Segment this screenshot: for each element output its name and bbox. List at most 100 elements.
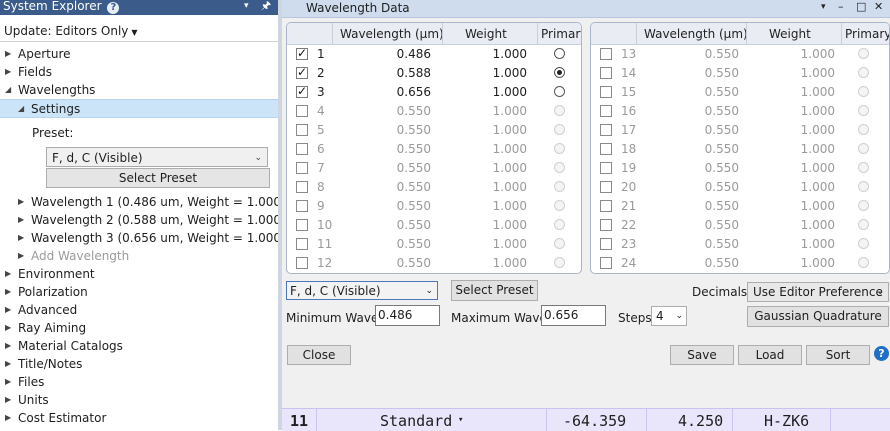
- wavelength-value[interactable]: 0.550: [397, 123, 431, 137]
- wavelength-enable-checkbox[interactable]: [600, 181, 612, 193]
- table-row[interactable]: 14 0.550 1.000: [591, 64, 889, 83]
- table-row[interactable]: 4 0.550 1.000: [287, 102, 581, 121]
- wavelength-value[interactable]: 0.550: [397, 256, 431, 270]
- tree-item[interactable]: ▶ Cost Estimator: [0, 409, 278, 427]
- tree-item[interactable]: ▶ Wavelength 3 (0.656 um, Weight = 1.000): [0, 229, 286, 247]
- weight-value[interactable]: 1.000: [493, 85, 527, 99]
- expand-arrow-icon[interactable]: ▶: [5, 45, 11, 63]
- primary-radio[interactable]: [858, 162, 869, 173]
- collapse-arrow-icon[interactable]: ◢: [5, 81, 11, 99]
- primary-radio[interactable]: [858, 200, 869, 211]
- preset-select[interactable]: F, d, C (Visible) ⌄: [46, 147, 268, 167]
- tree-item[interactable]: ▶ Units: [0, 391, 278, 409]
- wavelength-value[interactable]: 0.550: [397, 142, 431, 156]
- maximize-icon[interactable]: □: [856, 0, 866, 13]
- weight-value[interactable]: 1.000: [801, 123, 835, 137]
- primary-radio[interactable]: [858, 124, 869, 135]
- primary-radio[interactable]: [554, 238, 565, 249]
- wavelength-enable-checkbox[interactable]: [600, 238, 612, 250]
- primary-radio[interactable]: [554, 105, 565, 116]
- table-row[interactable]: 17 0.550 1.000: [591, 121, 889, 140]
- wavelength-enable-checkbox[interactable]: [296, 124, 308, 136]
- wavelength-value[interactable]: 0.550: [705, 161, 739, 175]
- expand-arrow-icon[interactable]: ▶: [18, 229, 24, 247]
- weight-value[interactable]: 1.000: [801, 142, 835, 156]
- radius-value[interactable]: -64.359: [563, 412, 626, 430]
- table-row[interactable]: 5 0.550 1.000: [287, 121, 581, 140]
- wavelength-enable-checkbox[interactable]: [296, 84, 308, 98]
- primary-radio[interactable]: [858, 238, 869, 249]
- weight-value[interactable]: 1.000: [493, 199, 527, 213]
- table-row[interactable]: 22 0.550 1.000: [591, 216, 889, 235]
- table-row[interactable]: 3 0.656 1.000: [287, 83, 581, 102]
- wavelength-enable-checkbox[interactable]: [600, 162, 612, 174]
- wavelength-enable-checkbox[interactable]: [600, 143, 612, 155]
- save-button[interactable]: Save: [670, 345, 734, 365]
- weight-value[interactable]: 1.000: [801, 66, 835, 80]
- tree-item[interactable]: ▶ Ray Aiming: [0, 319, 278, 337]
- surface-type[interactable]: Standard: [380, 412, 452, 430]
- wavelength-value[interactable]: 0.588: [397, 66, 431, 80]
- wavelength-value[interactable]: 0.550: [705, 142, 739, 156]
- table-row[interactable]: 20 0.550 1.000: [591, 178, 889, 197]
- wavelength-value[interactable]: 0.550: [705, 256, 739, 270]
- weight-value[interactable]: 1.000: [801, 256, 835, 270]
- wavelength-value[interactable]: 0.550: [705, 180, 739, 194]
- wavelength-value[interactable]: 0.550: [397, 199, 431, 213]
- wavelength-enable-checkbox[interactable]: [296, 238, 308, 250]
- weight-value[interactable]: 1.000: [801, 199, 835, 213]
- wavelength-enable-checkbox[interactable]: [296, 143, 308, 155]
- load-button[interactable]: Load: [738, 345, 802, 365]
- weight-value[interactable]: 1.000: [801, 104, 835, 118]
- wavelength-enable-checkbox[interactable]: [600, 48, 612, 60]
- weight-value[interactable]: 1.000: [493, 180, 527, 194]
- primary-radio[interactable]: [554, 162, 565, 173]
- wavelength-enable-checkbox[interactable]: [296, 105, 308, 117]
- wavelength-enable-checkbox[interactable]: [600, 200, 612, 212]
- pin-icon[interactable]: 🖈: [261, 0, 271, 12]
- sort-button[interactable]: Sort: [806, 345, 870, 365]
- maximum-wave-input[interactable]: 0.656: [541, 305, 606, 326]
- tree-item[interactable]: ◢ Wavelengths: [0, 81, 278, 99]
- primary-radio[interactable]: [858, 219, 869, 230]
- minimum-wave-input[interactable]: 0.486: [375, 305, 440, 326]
- primary-radio[interactable]: [554, 124, 565, 135]
- wavelength-enable-checkbox[interactable]: [600, 105, 612, 117]
- weight-value[interactable]: 1.000: [493, 142, 527, 156]
- primary-radio[interactable]: [554, 143, 565, 154]
- primary-radio[interactable]: [554, 219, 565, 230]
- weight-value[interactable]: 1.000: [493, 237, 527, 251]
- weight-value[interactable]: 1.000: [801, 161, 835, 175]
- weight-value[interactable]: 1.000: [801, 218, 835, 232]
- table-row[interactable]: 19 0.550 1.000: [591, 159, 889, 178]
- wavelength-value[interactable]: 0.550: [705, 47, 739, 61]
- table-row[interactable]: 7 0.550 1.000: [287, 159, 581, 178]
- weight-value[interactable]: 1.000: [493, 104, 527, 118]
- table-row[interactable]: 11 0.550 1.000: [287, 235, 581, 254]
- table-row[interactable]: 10 0.550 1.000: [287, 216, 581, 235]
- wavelength-value[interactable]: 0.550: [705, 237, 739, 251]
- expand-arrow-icon[interactable]: ▶: [5, 319, 11, 337]
- table-row[interactable]: 21 0.550 1.000: [591, 197, 889, 216]
- weight-value[interactable]: 1.000: [493, 218, 527, 232]
- table-row[interactable]: 16 0.550 1.000: [591, 102, 889, 121]
- expand-arrow-icon[interactable]: ▶: [5, 373, 11, 391]
- wavelength-enable-checkbox[interactable]: [296, 162, 308, 174]
- table-row[interactable]: 6 0.550 1.000: [287, 140, 581, 159]
- weight-value[interactable]: 1.000: [493, 256, 527, 270]
- weight-value[interactable]: 1.000: [493, 66, 527, 80]
- wavelength-enable-checkbox[interactable]: [296, 257, 308, 269]
- expand-arrow-icon[interactable]: ▶: [18, 211, 24, 229]
- wavelength-enable-checkbox[interactable]: [600, 67, 612, 79]
- table-row[interactable]: 23 0.550 1.000: [591, 235, 889, 254]
- expand-arrow-icon[interactable]: ▶: [5, 63, 11, 81]
- primary-radio[interactable]: [858, 105, 869, 116]
- tree-item[interactable]: ▶ Aperture: [0, 45, 278, 63]
- weight-value[interactable]: 1.000: [493, 47, 527, 61]
- primary-radio[interactable]: [858, 181, 869, 192]
- primary-radio[interactable]: [858, 86, 869, 97]
- wavelength-value[interactable]: 0.550: [397, 104, 431, 118]
- preset-select[interactable]: F, d, C (Visible) ⌄: [286, 281, 438, 300]
- gaussian-quadrature-button[interactable]: Gaussian Quadrature: [747, 306, 889, 327]
- expand-arrow-icon[interactable]: ▶: [5, 283, 11, 301]
